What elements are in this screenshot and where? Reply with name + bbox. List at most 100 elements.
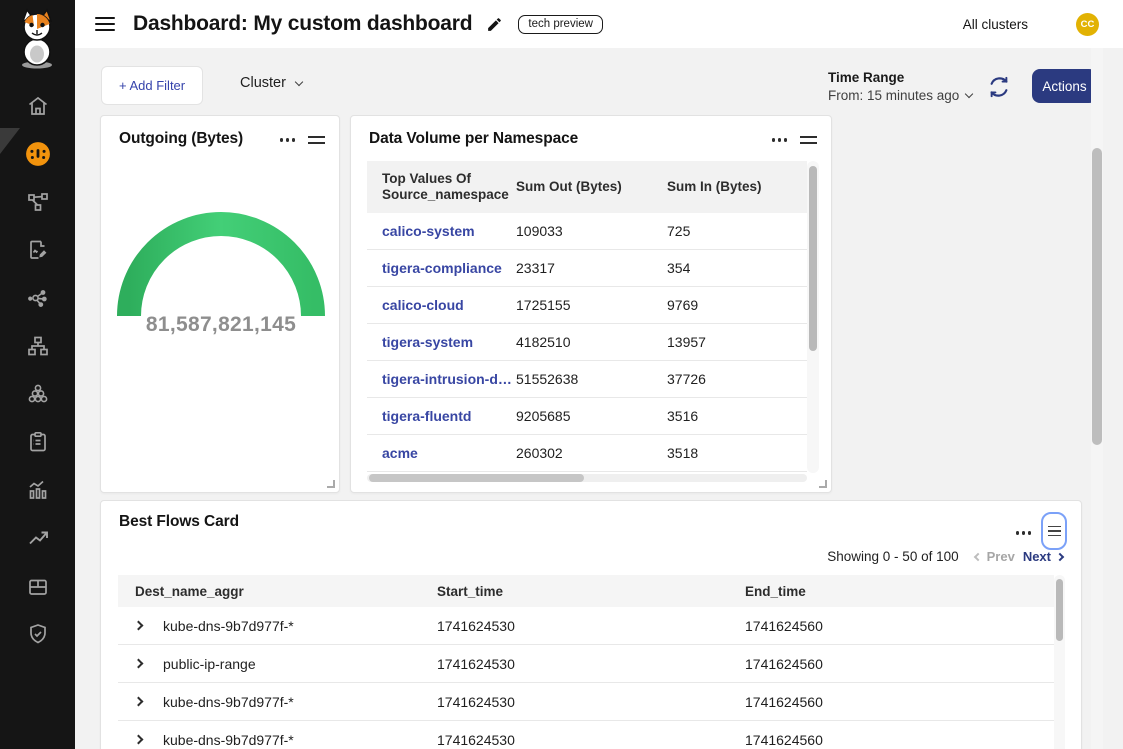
prev-label: Prev — [987, 549, 1015, 564]
namespace-link[interactable]: calico-system — [382, 223, 516, 239]
card-menu-button[interactable] — [280, 134, 296, 146]
table-row: public-ip-range 1741624530 1741624560 — [118, 645, 1054, 683]
sidebar-item-security[interactable] — [0, 610, 75, 658]
namespace-link[interactable]: calico-cloud — [382, 297, 516, 313]
column-header[interactable]: Sum In (Bytes) — [667, 179, 807, 195]
actions-button[interactable]: Actions — [1032, 69, 1097, 103]
card-drag-handle[interactable] — [308, 133, 325, 147]
namespace-link[interactable]: tigera-fluentd — [382, 408, 516, 424]
sidebar-item-cluster-nodes[interactable] — [0, 370, 75, 418]
pencil-icon[interactable] — [486, 16, 503, 33]
sidebar-item-compliance[interactable] — [0, 418, 75, 466]
sidebar-item-dashboards[interactable] — [0, 130, 75, 178]
column-header[interactable]: End_time — [745, 584, 1054, 599]
table-horizontal-scrollbar[interactable] — [367, 474, 807, 482]
all-clusters-selector[interactable]: All clusters — [963, 17, 1028, 32]
add-filter-button[interactable]: + Add Filter — [101, 66, 203, 105]
prev-page-button[interactable]: Prev — [975, 549, 1015, 564]
sum-in-value: 354 — [667, 260, 807, 276]
scrollbar-thumb[interactable] — [369, 474, 584, 482]
sidebar-item-trends[interactable] — [0, 514, 75, 562]
start-time-value: 1741624530 — [437, 618, 745, 634]
cluster-dropdown-label: Cluster — [240, 75, 286, 91]
metrics-chart-icon — [26, 478, 50, 502]
sum-out-value: 23317 — [516, 260, 667, 276]
expand-row-chevron-icon[interactable] — [134, 697, 144, 707]
column-header[interactable]: Top Values Of Source_namespace — [382, 171, 516, 203]
sidebar-item-packages[interactable] — [0, 562, 75, 610]
chevron-down-icon — [295, 77, 303, 85]
column-header[interactable]: Start_time — [437, 584, 745, 599]
chevron-right-icon — [1056, 552, 1064, 560]
app-root: Dashboard: My custom dashboard tech prev… — [0, 0, 1123, 749]
scrollbar-thumb[interactable] — [1092, 148, 1102, 445]
page-title: Dashboard: My custom dashboard — [133, 12, 472, 36]
card-menu-button[interactable] — [1016, 527, 1032, 539]
page-scrollbar[interactable] — [1091, 48, 1103, 749]
sidebar-item-logs[interactable] — [0, 226, 75, 274]
security-shield-icon — [26, 622, 50, 646]
expand-row-chevron-icon[interactable] — [134, 735, 144, 745]
card-title: Outgoing (Bytes) — [119, 130, 243, 148]
sidebar-item-metrics[interactable] — [0, 466, 75, 514]
pagination: Showing 0 - 50 of 100 Prev Next — [827, 549, 1063, 564]
table-row: calico-cloud 1725155 9769 — [367, 287, 807, 324]
expand-row-chevron-icon[interactable] — [134, 621, 144, 631]
time-range-label: Time Range — [828, 70, 972, 85]
refresh-button[interactable] — [986, 74, 1012, 100]
card-title: Best Flows Card — [119, 513, 239, 531]
table-vertical-scrollbar[interactable] — [807, 161, 819, 473]
start-time-value: 1741624530 — [437, 656, 745, 672]
column-header[interactable]: Dest_name_aggr — [135, 584, 437, 599]
end-time-value: 1741624560 — [745, 732, 1054, 748]
compliance-clipboard-icon — [26, 430, 50, 454]
card-drag-handle[interactable] — [800, 133, 817, 147]
cluster-nodes-icon — [26, 382, 50, 406]
top-bar: Dashboard: My custom dashboard tech prev… — [75, 0, 1123, 48]
next-label: Next — [1023, 549, 1051, 564]
tech-preview-badge: tech preview — [518, 15, 603, 34]
flows-table: Dest_name_aggr Start_time End_time kube-… — [118, 575, 1054, 749]
avatar[interactable]: CC — [1076, 13, 1099, 36]
table-vertical-scrollbar[interactable] — [1054, 575, 1065, 749]
namespace-link[interactable]: tigera-intrusion-d… — [382, 371, 516, 387]
next-page-button[interactable]: Next — [1023, 549, 1063, 564]
sidebar-item-threat-graph[interactable] — [0, 274, 75, 322]
scrollbar-thumb[interactable] — [1056, 579, 1063, 641]
scrollbar-thumb[interactable] — [809, 166, 817, 351]
card-title: Data Volume per Namespace — [369, 130, 578, 148]
card-drag-handle-focused[interactable] — [1041, 512, 1067, 550]
sidebar-item-home[interactable] — [0, 82, 75, 130]
sum-in-value: 9769 — [667, 297, 807, 313]
trends-arrow-icon — [26, 526, 50, 550]
namespace-link[interactable]: acme — [382, 445, 516, 461]
sidebar-nav — [0, 82, 75, 658]
time-range-selector[interactable]: From: 15 minutes ago — [828, 88, 972, 103]
time-range-value: From: 15 minutes ago — [828, 88, 959, 103]
calico-cat-logo[interactable] — [10, 8, 64, 70]
chevron-left-icon — [973, 552, 981, 560]
end-time-value: 1741624560 — [745, 618, 1054, 634]
table-row: kube-dns-9b7d977f-* 1741624530 174162456… — [118, 721, 1054, 749]
table-row: tigera-compliance 23317 354 — [367, 250, 807, 287]
card-menu-button[interactable] — [772, 134, 788, 146]
dest-name-value: kube-dns-9b7d977f-* — [163, 732, 437, 748]
table-row: tigera-fluentd 9205685 3516 — [367, 398, 807, 435]
hamburger-icon[interactable] — [95, 17, 115, 31]
resize-handle[interactable] — [819, 480, 827, 488]
expand-row-chevron-icon[interactable] — [134, 659, 144, 669]
sidebar — [0, 0, 75, 749]
sidebar-item-network-sitemap[interactable] — [0, 322, 75, 370]
sum-out-value: 109033 — [516, 223, 667, 239]
column-header[interactable]: Sum Out (Bytes) — [516, 179, 667, 195]
namespace-link[interactable]: tigera-compliance — [382, 260, 516, 276]
cluster-dropdown[interactable]: Cluster — [240, 75, 302, 91]
table-header-row: Dest_name_aggr Start_time End_time — [118, 575, 1054, 607]
sidebar-item-service-graph[interactable] — [0, 178, 75, 226]
namespace-link[interactable]: tigera-system — [382, 334, 516, 350]
dashboard-gauge-icon — [25, 141, 51, 167]
top-bar-right: All clusters CC — [963, 13, 1099, 36]
table-row: acme 260302 3518 — [367, 435, 807, 472]
resize-handle[interactable] — [327, 480, 335, 488]
time-range: Time Range From: 15 minutes ago — [828, 70, 972, 103]
